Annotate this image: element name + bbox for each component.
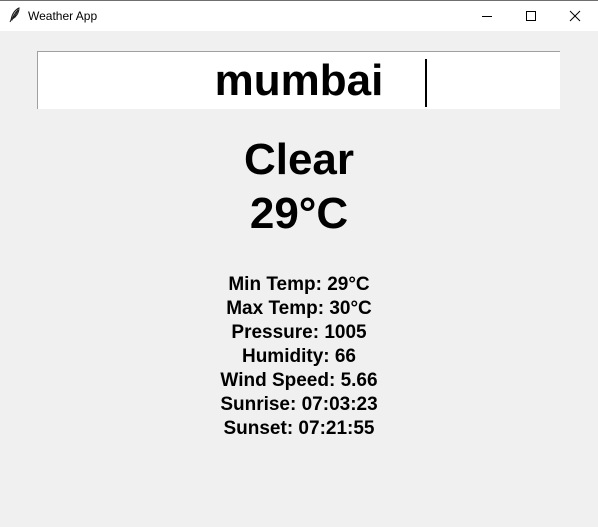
main-content: Clear 29°C Min Temp: 29°C Max Temp: 30°C… (0, 31, 598, 527)
max-temp: Max Temp: 30°C (226, 298, 372, 319)
text-caret (425, 59, 427, 107)
close-icon (569, 10, 581, 22)
weather-details: Min Temp: 29°C Max Temp: 30°C Pressure: … (0, 273, 598, 441)
maximize-icon (525, 10, 537, 22)
current-temperature: 29°C (249, 189, 349, 238)
minimize-button[interactable] (464, 1, 510, 31)
minimize-icon (481, 10, 493, 22)
weather-condition: Clear (243, 135, 355, 184)
min-temp: Min Temp: 29°C (228, 274, 370, 295)
city-search-input[interactable] (38, 52, 560, 109)
app-window: Weather App Clear 29°C Min Temp: 29°C Ma… (0, 0, 598, 527)
humidity: Humidity: 66 (241, 346, 357, 367)
city-search-field[interactable] (37, 51, 560, 109)
close-button[interactable] (552, 1, 598, 31)
title-bar[interactable]: Weather App (0, 0, 598, 31)
window-title: Weather App (28, 9, 98, 23)
sunset: Sunset: 07:21:55 (223, 418, 375, 439)
maximize-button[interactable] (508, 1, 554, 31)
wind-speed: Wind Speed: 5.66 (220, 370, 378, 391)
sunrise: Sunrise: 07:03:23 (220, 394, 378, 415)
feather-icon (8, 7, 22, 23)
pressure: Pressure: 1005 (231, 322, 367, 343)
